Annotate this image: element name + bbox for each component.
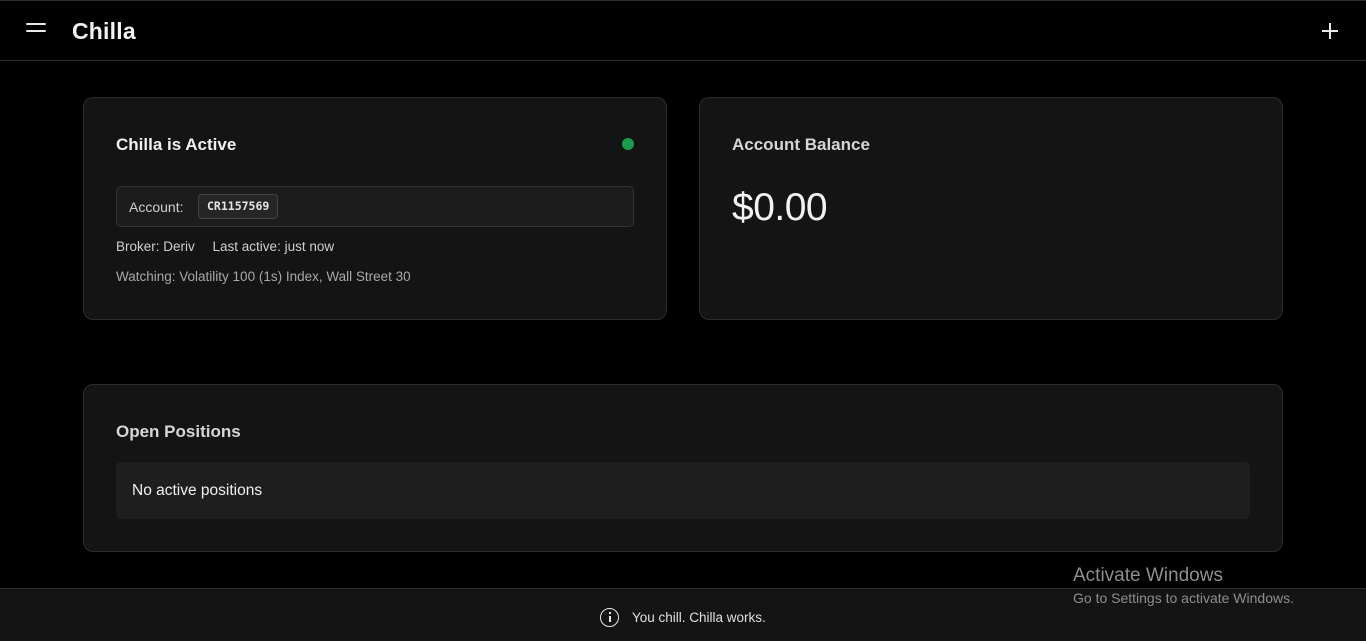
app-title: Chilla [72, 18, 136, 44]
balance-value: $0.00 [732, 186, 828, 229]
empty-positions-text: No active positions [132, 482, 263, 499]
plus-icon[interactable] [1320, 21, 1340, 41]
broker-text: Broker: Deriv [116, 239, 195, 254]
status-title: Chilla is Active [116, 135, 237, 154]
watching-text: Watching: Volatility 100 (1s) Index, Wal… [116, 269, 411, 284]
footer-message: You chill. Chilla works. [600, 607, 766, 627]
last-active-text: Last active: just now [212, 239, 335, 254]
account-id-badge: CR1157569 [198, 194, 279, 219]
hamburger-menu-icon[interactable] [24, 19, 48, 39]
status-indicator-dot [622, 138, 634, 150]
meta-row: Broker: Deriv Last active: just now [116, 239, 334, 254]
app-window: Chilla Chilla is Active Account: CR11575… [0, 0, 1366, 641]
bot-status-card: Chilla is Active Account: CR1157569 Brok… [83, 97, 667, 320]
positions-empty-state: No active positions [116, 462, 1250, 519]
positions-title: Open Positions [116, 422, 241, 441]
open-positions-card: Open Positions No active positions [83, 384, 1283, 552]
footer-text: You chill. Chilla works. [632, 609, 766, 625]
account-balance-card: Account Balance $0.00 [699, 97, 1283, 320]
activate-windows-watermark: Activate Windows Go to Settings to activ… [1073, 565, 1294, 609]
account-box: Account: CR1157569 [116, 186, 634, 227]
top-bar: Chilla [0, 0, 1366, 61]
balance-title: Account Balance [732, 135, 870, 154]
info-icon [600, 607, 619, 627]
account-label: Account: [129, 199, 184, 215]
watermark-title: Activate Windows [1073, 565, 1223, 586]
watermark-subtitle: Go to Settings to activate Windows. [1073, 590, 1294, 606]
